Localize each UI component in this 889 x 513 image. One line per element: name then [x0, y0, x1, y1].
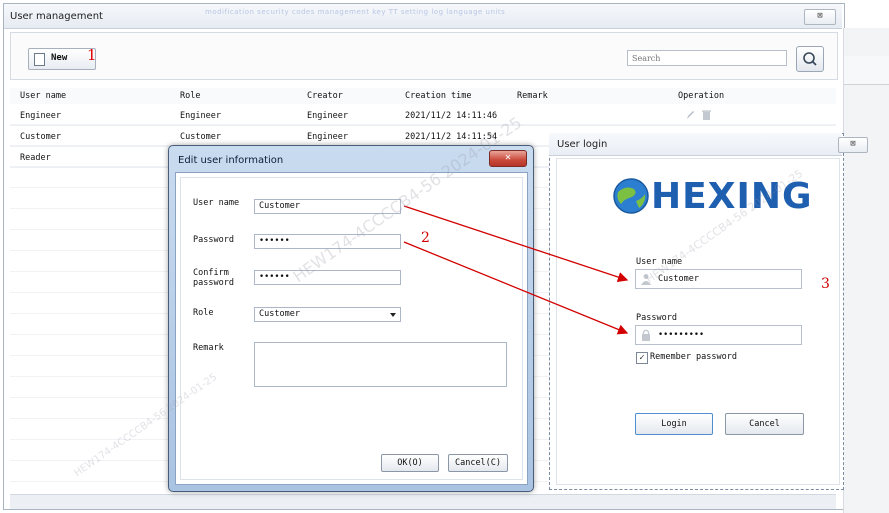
annotation-step-3: 3 — [821, 276, 830, 292]
cell-creation-time: 2021/11/2 14:11:54 — [405, 132, 498, 142]
cell-creator: Engineer — [307, 132, 348, 142]
document-new-icon — [34, 53, 45, 66]
login-user-name-field[interactable]: Customer — [635, 269, 802, 289]
dialog-close-button[interactable]: ✕ — [489, 150, 527, 167]
delete-icon[interactable] — [702, 110, 711, 120]
cell-role: Engineer — [180, 111, 221, 121]
dialog-content — [180, 177, 523, 480]
user-name-label: User name — [193, 198, 240, 208]
brand-logo-text: HEXING — [651, 176, 813, 217]
background-window-strip — [843, 28, 889, 513]
cancel-button[interactable]: Cancel(C) — [448, 454, 508, 472]
annotation-step-2: 2 — [421, 230, 430, 246]
edit-icon[interactable] — [686, 110, 695, 120]
cell-user-name: Reader — [20, 153, 51, 163]
login-password-value: ••••••••• — [658, 330, 705, 340]
role-select[interactable]: Customer — [254, 307, 401, 322]
dialog-title: Edit user information — [178, 155, 284, 166]
status-bar — [10, 494, 836, 509]
user-icon — [641, 274, 651, 285]
login-button[interactable]: Login — [635, 413, 713, 435]
search-icon — [803, 52, 817, 66]
annotation-step-1: 1 — [87, 46, 97, 64]
login-password-field[interactable]: ••••••••• — [635, 325, 802, 345]
login-user-name-label: User name — [636, 257, 683, 267]
remark-textarea[interactable] — [254, 342, 507, 387]
password-label: Password — [193, 235, 234, 245]
user-name-field[interactable]: Customer — [254, 199, 401, 214]
column-header[interactable]: Creator — [307, 91, 343, 101]
cell-creator: Engineer — [307, 111, 348, 121]
table-row[interactable]: Engineer Engineer Engineer 2021/11/2 14:… — [10, 105, 836, 126]
cell-user-name: Engineer — [20, 111, 61, 121]
column-header[interactable]: Role — [180, 91, 200, 101]
column-header[interactable]: Remark — [517, 91, 548, 101]
login-close-button[interactable]: ⊠ — [838, 137, 868, 153]
globe-logo-icon — [613, 178, 649, 214]
column-header[interactable]: Operation — [678, 91, 724, 101]
role-label: Role — [193, 308, 214, 318]
confirm-password-label: Confirm password — [193, 268, 234, 288]
remark-label: Remark — [193, 343, 224, 353]
new-button-label: New — [51, 53, 68, 63]
remember-password-checkbox[interactable]: ✓ — [636, 352, 648, 364]
login-user-name-value: Customer — [658, 274, 699, 284]
password-field[interactable]: •••••• — [254, 234, 401, 249]
cell-creation-time: 2021/11/2 14:11:46 — [405, 111, 498, 121]
chevron-down-icon — [390, 313, 396, 317]
login-cancel-button[interactable]: Cancel — [725, 413, 804, 435]
cell-role: Customer — [180, 132, 221, 142]
ok-button[interactable]: OK(O) — [381, 454, 439, 472]
lock-icon — [642, 329, 650, 341]
new-user-button[interactable]: New — [28, 48, 96, 70]
dialog-title: User login — [557, 139, 608, 150]
role-selected-value: Customer — [259, 309, 300, 319]
window-close-button[interactable]: ⊠ — [804, 9, 836, 25]
remember-password-label: Remember password — [650, 352, 737, 362]
table-header: User name Role Creator Creation time Rem… — [10, 88, 836, 105]
cell-user-name: Customer — [20, 132, 61, 142]
search-button[interactable] — [796, 46, 824, 72]
column-header[interactable]: Creation time — [405, 91, 472, 101]
confirm-password-field[interactable]: •••••• — [254, 270, 401, 285]
window-title: User management — [10, 11, 103, 22]
search-input[interactable] — [627, 50, 787, 66]
login-password-label: Password — [636, 313, 677, 323]
faint-menu-text: modification security codes management k… — [205, 8, 506, 16]
column-header[interactable]: User name — [20, 91, 66, 101]
